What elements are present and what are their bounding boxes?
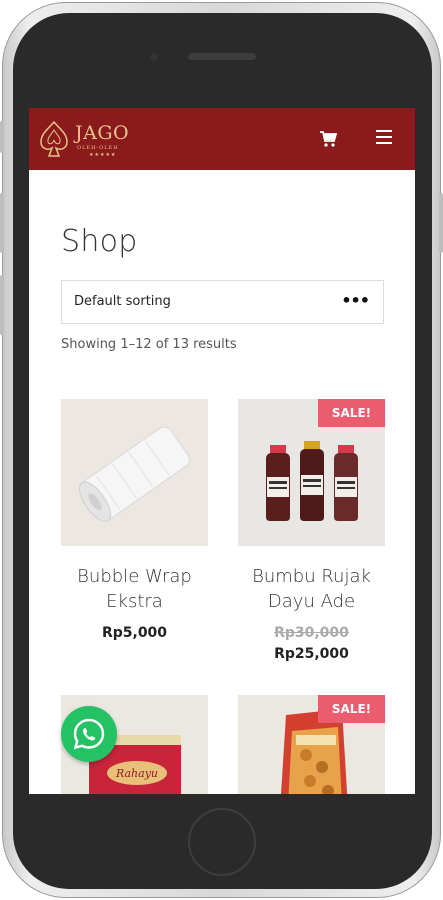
speaker-grille	[188, 53, 256, 60]
logo-emblem-icon	[40, 120, 68, 157]
logo-text: JAGO	[75, 122, 130, 144]
product-old-price: Rp30,000	[274, 625, 349, 641]
whatsapp-icon	[73, 718, 105, 750]
site-logo[interactable]: JAGO OLEH-OLEH ★★★★★	[37, 118, 137, 162]
cart-icon	[320, 131, 338, 147]
bubble-wrap-roll-image	[61, 399, 208, 546]
product-sale-price: Rp25,000	[274, 646, 349, 662]
sort-selected-value: Default sorting	[74, 294, 171, 309]
result-count: Showing 1–12 of 13 results	[61, 337, 237, 352]
svg-text:Rahayu: Rahayu	[115, 767, 158, 780]
more-dots-icon: •••	[341, 291, 370, 310]
sort-dropdown[interactable]: Default sorting •••	[61, 280, 384, 324]
cart-button[interactable]	[319, 130, 338, 148]
product-image[interactable]: SALE!	[238, 399, 385, 546]
product-image[interactable]	[61, 399, 208, 546]
front-camera	[150, 53, 158, 61]
product-title[interactable]: Bubble Wrap Ekstra	[61, 564, 208, 614]
volume-up-button	[0, 193, 4, 253]
site-header: JAGO OLEH-OLEH ★★★★★	[29, 108, 415, 170]
power-button	[439, 193, 443, 253]
page-title: Shop	[61, 224, 138, 259]
logo-subtitle: OLEH-OLEH	[77, 145, 119, 151]
product-image[interactable]: SALE!	[238, 695, 385, 794]
screen: JAGO OLEH-OLEH ★★★★★ Shop Default sortin…	[29, 108, 415, 794]
product-price: Rp5,000	[101, 625, 168, 641]
product-title[interactable]: Bumbu Rujak Dayu Ade	[238, 564, 385, 614]
home-button[interactable]	[188, 808, 256, 876]
logo-stars: ★★★★★	[89, 152, 117, 158]
whatsapp-chat-button[interactable]	[61, 706, 117, 762]
menu-button[interactable]	[376, 130, 394, 146]
volume-down-button	[0, 275, 4, 335]
sale-badge: SALE!	[318, 695, 385, 723]
sale-badge: SALE!	[318, 399, 385, 427]
hamburger-menu-icon	[376, 130, 392, 132]
mute-switch	[0, 121, 4, 153]
